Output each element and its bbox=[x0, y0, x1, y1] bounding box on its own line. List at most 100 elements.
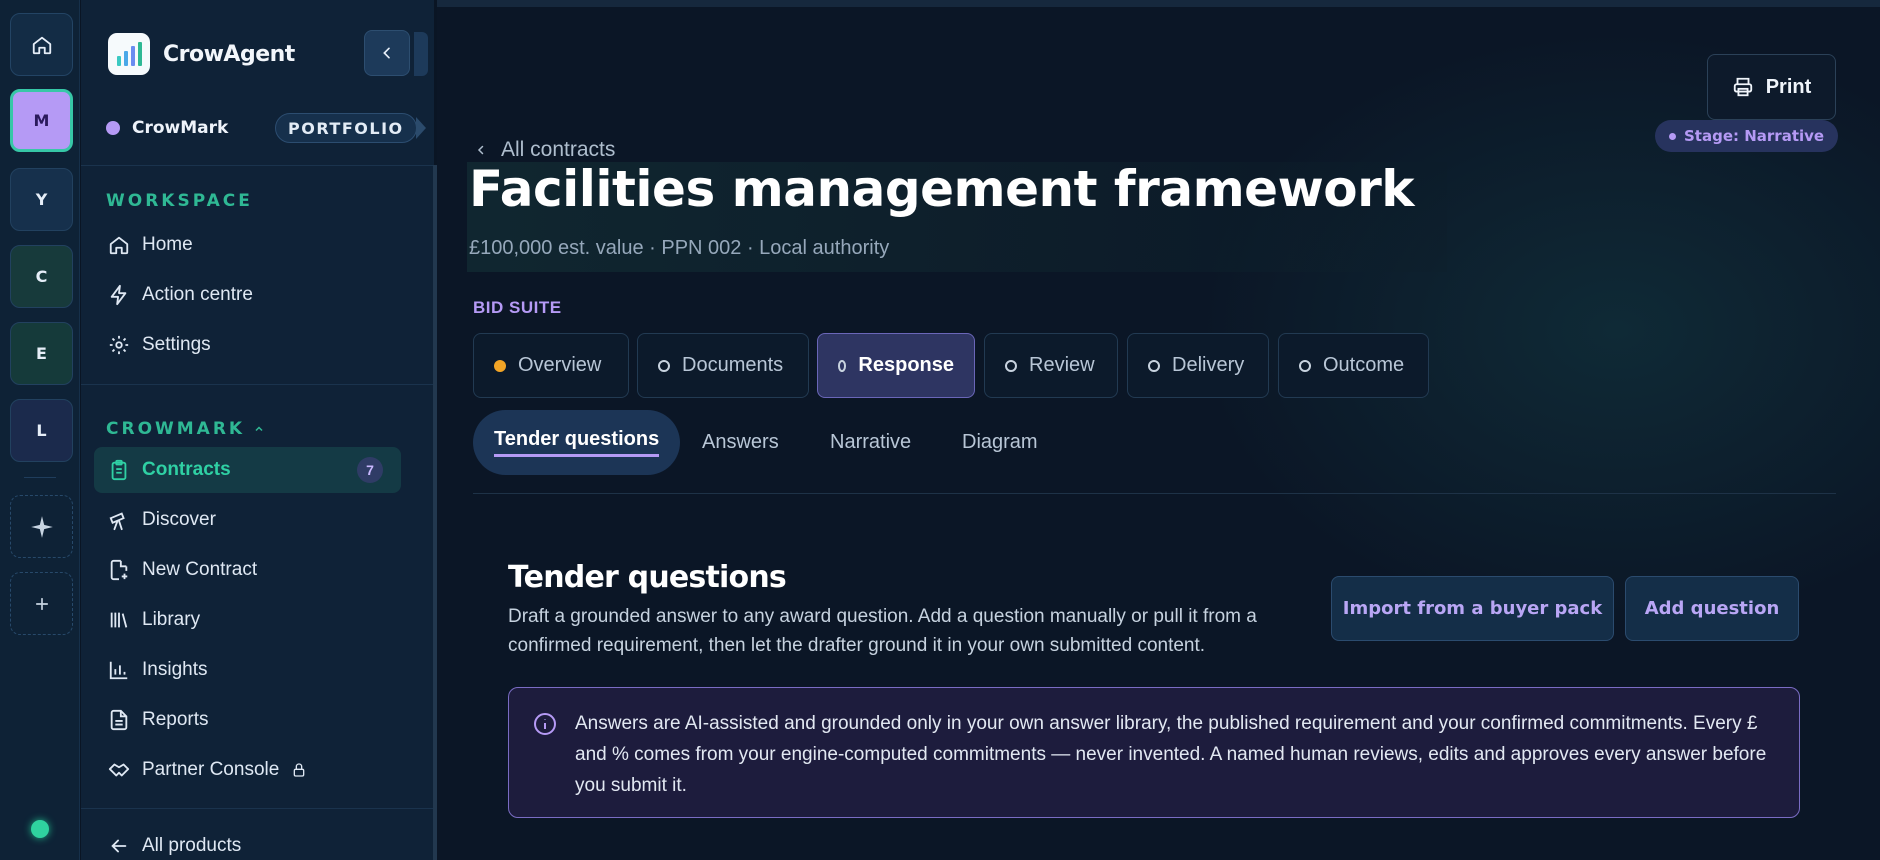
bid-suite-label: BID SUITE bbox=[473, 298, 562, 317]
collapse-sidebar-button[interactable] bbox=[364, 30, 410, 76]
page-subtitle: £100,000 est. value · PPN 002 · Local au… bbox=[469, 237, 890, 259]
subtab-answers[interactable]: Answers bbox=[702, 410, 779, 475]
status-online-dot bbox=[31, 820, 49, 838]
library-icon bbox=[110, 612, 128, 628]
clipboard-icon bbox=[111, 459, 127, 481]
chevron-up-icon bbox=[255, 426, 263, 432]
status-ring-pending bbox=[1299, 359, 1311, 372]
brand: CrowAgent bbox=[108, 33, 295, 75]
bolt-icon bbox=[110, 284, 127, 306]
subtab-label: Narrative bbox=[830, 431, 912, 453]
collapse-tab bbox=[414, 32, 428, 76]
sidebar-item-discover[interactable]: Discover bbox=[94, 497, 401, 543]
status-ring-pending bbox=[658, 359, 670, 372]
rail-home-button[interactable] bbox=[10, 13, 73, 76]
tab-outcome[interactable]: Outcome bbox=[1278, 333, 1429, 398]
sidebar-item-settings[interactable]: Settings bbox=[94, 322, 401, 368]
tab-label: Documents bbox=[682, 354, 784, 376]
sidebar-item-label: Action centre bbox=[142, 284, 253, 305]
rail-ai-button[interactable] bbox=[10, 495, 73, 558]
portfolio-badge[interactable]: PORTFOLIO bbox=[275, 113, 417, 143]
sparkle-icon bbox=[30, 515, 53, 538]
bar-chart-icon bbox=[109, 661, 128, 680]
rail-workspace-m[interactable]: M bbox=[10, 89, 73, 152]
plus-icon bbox=[35, 597, 48, 610]
rail-workspace-l[interactable]: L bbox=[10, 399, 73, 462]
all-products-link[interactable]: All products bbox=[94, 823, 401, 860]
tabs-divider bbox=[473, 493, 1836, 494]
status-ring-pending bbox=[1005, 359, 1017, 372]
document-icon bbox=[110, 709, 128, 731]
sidebar-item-partner-console[interactable]: Partner Console bbox=[94, 747, 401, 793]
info-icon bbox=[534, 713, 556, 735]
org-switcher[interactable]: CrowMark bbox=[106, 118, 228, 138]
print-button[interactable]: Print bbox=[1707, 54, 1836, 120]
tab-delivery[interactable]: Delivery bbox=[1127, 333, 1269, 398]
subtab-label: Diagram bbox=[962, 431, 1038, 453]
sidebar-item-label: Partner Console bbox=[142, 759, 280, 780]
back-link-label: All contracts bbox=[501, 138, 616, 161]
rail-workspace-c[interactable]: C bbox=[10, 245, 73, 308]
tab-label: Review bbox=[1029, 354, 1095, 376]
sidebar-item-new-contract[interactable]: New Contract bbox=[94, 547, 401, 593]
tab-review[interactable]: Review bbox=[984, 333, 1118, 398]
import-buyer-pack-button[interactable]: Import from a buyer pack bbox=[1331, 576, 1614, 641]
back-to-contracts-link[interactable]: All contracts bbox=[475, 138, 615, 162]
app-rail: M Y C E L bbox=[0, 0, 80, 860]
section-title: Tender questions bbox=[508, 560, 787, 595]
arrow-left-icon bbox=[111, 839, 127, 853]
contracts-count-badge: 7 bbox=[357, 457, 383, 483]
rail-workspace-e[interactable]: E bbox=[10, 322, 73, 385]
subtab-diagram[interactable]: Diagram bbox=[962, 410, 1038, 475]
main-content: Print Stage: Narrative All contracts Fac… bbox=[437, 0, 1880, 860]
tab-overview[interactable]: Overview bbox=[473, 333, 629, 398]
brand-logo-icon bbox=[108, 33, 150, 75]
sidebar-divider bbox=[81, 808, 434, 809]
rail-divider bbox=[24, 477, 56, 478]
tab-label: Overview bbox=[518, 354, 602, 376]
handshake-icon bbox=[108, 763, 130, 777]
stage-dot bbox=[1669, 132, 1676, 140]
sidebar-item-label: Contracts bbox=[142, 459, 231, 480]
org-dot bbox=[106, 121, 120, 135]
sidebar-item-insights[interactable]: Insights bbox=[94, 647, 401, 693]
tab-documents[interactable]: Documents bbox=[637, 333, 809, 398]
add-question-button[interactable]: Add question bbox=[1625, 576, 1799, 641]
ai-notice-box: Answers are AI-assisted and grounded onl… bbox=[508, 687, 1800, 818]
workspace-letter: C bbox=[35, 267, 48, 286]
crowmark-section-label: CROWMARK bbox=[106, 419, 246, 439]
org-name: CrowMark bbox=[132, 118, 229, 138]
chevron-left-icon bbox=[383, 47, 390, 59]
crowmark-section-toggle[interactable]: CROWMARK bbox=[106, 419, 265, 439]
sidebar-item-label: Reports bbox=[142, 709, 209, 730]
tab-label: Outcome bbox=[1323, 354, 1405, 376]
chevron-left-icon bbox=[477, 145, 484, 155]
workspace-letter: L bbox=[36, 421, 47, 440]
subtab-tender-questions[interactable]: Tender questions bbox=[473, 410, 681, 475]
section-description: Draft a grounded answer to any award que… bbox=[508, 606, 1257, 656]
sidebar-item-label: Settings bbox=[142, 334, 211, 355]
sidebar-item-contracts[interactable]: Contracts 7 bbox=[94, 447, 401, 493]
sidebar-item-action-centre[interactable]: Action centre bbox=[94, 272, 401, 318]
sidebar-item-label: Library bbox=[142, 609, 201, 630]
sidebar-divider bbox=[81, 384, 434, 385]
sidebar-item-label: Insights bbox=[142, 659, 208, 680]
subtab-narrative[interactable]: Narrative bbox=[830, 410, 911, 475]
status-ring-pending bbox=[1148, 359, 1160, 372]
stage-label: Stage: Narrative bbox=[1684, 127, 1825, 145]
sidebar-item-label: New Contract bbox=[142, 559, 258, 580]
stage-badge: Stage: Narrative bbox=[1655, 120, 1839, 152]
home-icon bbox=[32, 36, 51, 54]
sidebar-item-reports[interactable]: Reports bbox=[94, 697, 401, 743]
sidebar-item-library[interactable]: Library bbox=[94, 597, 401, 643]
print-label: Print bbox=[1765, 75, 1812, 98]
tab-response[interactable]: Response bbox=[817, 333, 975, 398]
rail-add-workspace-button[interactable] bbox=[10, 572, 73, 635]
top-border bbox=[437, 0, 1880, 7]
rail-workspace-y[interactable]: Y bbox=[10, 168, 73, 231]
sidebar-item-label: Discover bbox=[142, 509, 216, 530]
tab-label: Delivery bbox=[1172, 354, 1245, 376]
page-title: Facilities management framework bbox=[469, 160, 1415, 218]
sidebar-divider bbox=[81, 165, 434, 166]
sidebar-item-home[interactable]: Home bbox=[94, 222, 401, 268]
